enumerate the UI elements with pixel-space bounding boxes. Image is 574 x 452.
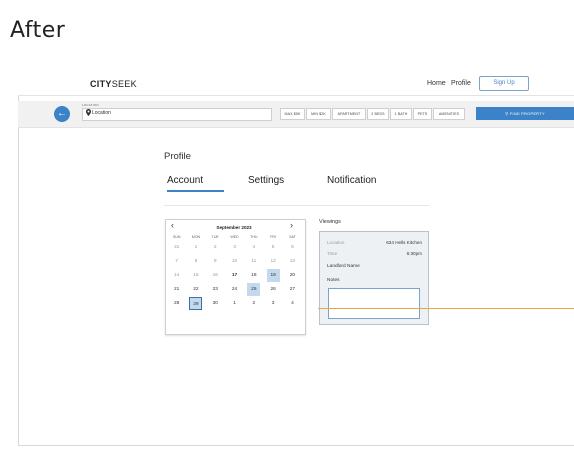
calendar-day[interactable]: 21 xyxy=(170,283,183,296)
filter-chip-apartment[interactable]: APARTMENT xyxy=(332,108,366,120)
filter-chip-pets[interactable]: PETS xyxy=(413,108,432,120)
viewing-time-key: Time xyxy=(327,251,338,256)
find-property-label: FIND PROPERTY xyxy=(509,111,545,116)
chevron-left-icon: ‹ xyxy=(171,220,174,230)
location-input-value: Location xyxy=(92,110,111,116)
calendar-day[interactable]: 3 xyxy=(228,241,241,254)
filter-chip-amenities[interactable]: AMENITIES xyxy=(433,108,465,120)
calendar-day[interactable]: 1 xyxy=(228,297,241,310)
logo-light-text: SEEK xyxy=(111,79,137,89)
weekday-label: TUE xyxy=(211,235,219,239)
filter-chip-beds[interactable]: 2 BEDS xyxy=(367,108,389,120)
previous-month-button[interactable]: ‹ xyxy=(171,220,174,230)
nav-link-home[interactable]: Home xyxy=(427,80,446,87)
notes-textarea[interactable] xyxy=(328,288,420,319)
calendar-day[interactable]: 4 xyxy=(247,241,260,254)
calendar-day[interactable]: 9 xyxy=(209,255,222,268)
weekday-label: SUN xyxy=(172,235,181,239)
weekday-label: WED xyxy=(230,235,239,239)
weekday-label: MON xyxy=(191,235,201,239)
viewings-heading: Viewings xyxy=(319,219,341,225)
calendar-day[interactable]: 28 xyxy=(170,297,183,310)
weekday-label: FRI xyxy=(270,235,277,239)
filter-chip-bath[interactable]: 1 BATH xyxy=(390,108,412,120)
calendar-day[interactable]: 6 xyxy=(286,241,299,254)
calendar-day[interactable]: 31 xyxy=(170,241,183,254)
calendar-day[interactable]: 30 xyxy=(209,297,222,310)
calendar-day[interactable]: 11 xyxy=(247,255,260,268)
calendar-day[interactable]: 25 xyxy=(247,283,261,296)
calendar-day[interactable]: 19 xyxy=(266,269,280,282)
weekday-label: SAT xyxy=(289,235,296,239)
calendar-day[interactable]: 20 xyxy=(286,269,299,282)
calendar-day[interactable]: 24 xyxy=(228,283,241,296)
calendar-day[interactable]: 18 xyxy=(247,269,260,282)
calendar-day[interactable]: 12 xyxy=(267,255,280,268)
calendar-day[interactable]: 22 xyxy=(189,283,202,296)
calendar-day[interactable]: 8 xyxy=(189,255,202,268)
location-caption: LOCATION xyxy=(82,103,99,107)
calendar-day[interactable]: 3 xyxy=(267,297,280,310)
notes-label: Notes xyxy=(327,278,340,283)
page-title: Profile xyxy=(164,151,191,162)
slide-title: After xyxy=(10,18,66,43)
tab-notification[interactable]: Notification xyxy=(327,175,376,186)
calendar-day[interactable]: 5 xyxy=(267,241,280,254)
calendar-day[interactable]: 2 xyxy=(209,241,222,254)
calendar-day[interactable]: 17 xyxy=(228,269,241,282)
calendar-day[interactable]: 15 xyxy=(189,269,202,282)
calendar-day[interactable]: 14 xyxy=(170,269,183,282)
nav-link-profile[interactable]: Profile xyxy=(451,80,471,87)
calendar-day[interactable]: 10 xyxy=(228,255,241,268)
tab-account[interactable]: Account xyxy=(167,175,203,186)
sign-up-button[interactable]: Sign Up xyxy=(479,76,529,91)
calendar-day[interactable]: 16 xyxy=(209,269,222,282)
calendar-day[interactable]: 1 xyxy=(189,241,202,254)
calendar-grid: SUN MON TUE WED THU FRI SAT 31 1 2 3 4 5 6 7 8 9 10 11 12 13… xyxy=(167,233,302,311)
calendar-day[interactable]: 7 xyxy=(170,255,183,268)
find-property-button[interactable]: ⚲ FIND PROPERTY xyxy=(476,107,574,120)
calendar-day[interactable]: 2 xyxy=(247,297,260,310)
annotation-line xyxy=(318,308,574,309)
viewing-time-value: 6:30pm xyxy=(406,251,422,256)
calendar-day-selected[interactable]: 29 xyxy=(189,297,203,310)
viewing-location-key: Location xyxy=(327,240,345,245)
filter-chip-min-price[interactable]: MIN $2K xyxy=(306,108,331,120)
map-pin-icon xyxy=(86,109,91,118)
calendar-day[interactable]: 4 xyxy=(286,297,299,310)
active-tab-indicator xyxy=(167,190,224,192)
app-logo[interactable]: CITYSEEK xyxy=(90,79,137,89)
calendar-month-label: September 2023 xyxy=(216,225,252,230)
calendar-day[interactable]: 23 xyxy=(209,283,222,296)
search-icon: ⚲ xyxy=(505,111,509,116)
calendar-day[interactable]: 13 xyxy=(286,255,299,268)
filter-chip-max-price[interactable]: MAX $5K xyxy=(280,108,305,120)
landlord-name: Landlord Name xyxy=(327,264,360,269)
arrow-left-icon: ← xyxy=(57,108,67,119)
logo-bold-text: CITY xyxy=(90,79,112,89)
chevron-right-icon: › xyxy=(290,220,293,230)
tabs-divider xyxy=(164,205,429,206)
next-month-button[interactable]: › xyxy=(290,220,293,230)
tab-settings[interactable]: Settings xyxy=(248,175,284,186)
weekday-label: THU xyxy=(250,235,258,239)
back-button[interactable]: ← xyxy=(54,106,70,122)
calendar-day[interactable]: 27 xyxy=(286,283,299,296)
viewing-location-value: 634 Hells Kitchen xyxy=(386,240,422,245)
calendar-day[interactable]: 26 xyxy=(267,283,280,296)
